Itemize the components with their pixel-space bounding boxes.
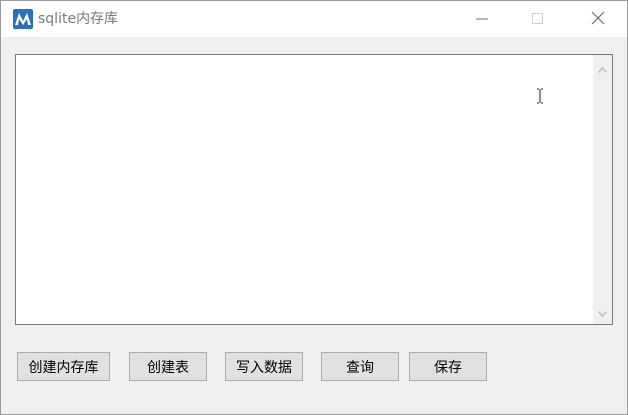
scroll-down-button[interactable] bbox=[593, 303, 612, 320]
output-textarea-container bbox=[15, 54, 613, 325]
text-cursor-icon bbox=[536, 88, 544, 104]
scroll-up-arrow-icon bbox=[598, 58, 607, 77]
title-bar[interactable]: sqlite内存库 bbox=[1, 1, 627, 37]
minimize-icon bbox=[476, 10, 488, 29]
create-table-button[interactable]: 创建表 bbox=[129, 352, 207, 381]
app-logo-icon bbox=[13, 9, 33, 29]
maximize-icon bbox=[532, 10, 544, 29]
create-memdb-button[interactable]: 创建内存库 bbox=[17, 352, 110, 381]
window-title: sqlite内存库 bbox=[38, 11, 119, 27]
close-icon bbox=[591, 10, 605, 29]
app-window: sqlite内存库 创建内存库 创建表 写入数据 查询 保存 bbox=[0, 0, 628, 415]
close-button[interactable] bbox=[575, 1, 621, 37]
maximize-button[interactable] bbox=[515, 1, 561, 37]
output-textarea[interactable] bbox=[16, 55, 593, 324]
scroll-up-button[interactable] bbox=[593, 59, 612, 76]
save-button[interactable]: 保存 bbox=[409, 352, 487, 381]
minimize-button[interactable] bbox=[459, 1, 505, 37]
write-data-button[interactable]: 写入数据 bbox=[225, 352, 303, 381]
vertical-scrollbar[interactable] bbox=[593, 55, 612, 324]
query-button[interactable]: 查询 bbox=[321, 352, 399, 381]
scroll-down-arrow-icon bbox=[598, 302, 607, 321]
